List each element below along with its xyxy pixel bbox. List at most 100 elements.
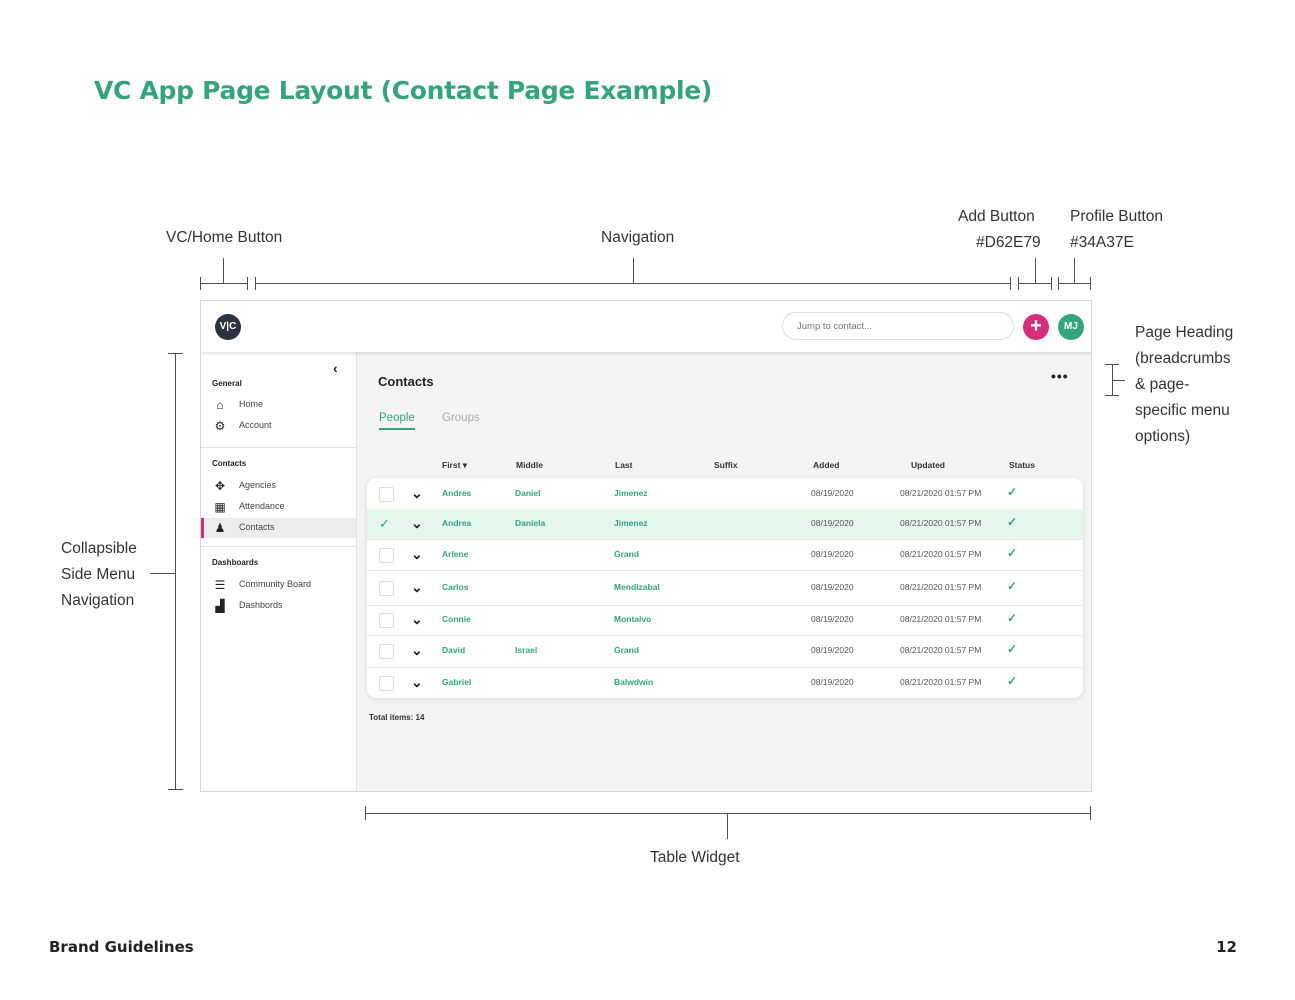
page-title: VC App Page Layout (Contact Page Example…: [94, 76, 713, 105]
table-row[interactable]: ⌄ David Israel Grand 08/19/2020 08/21/2020 01…: [367, 635, 1083, 668]
column-header-middle[interactable]: Middle: [516, 460, 543, 470]
expand-row-chevron-down-icon[interactable]: ⌄: [411, 675, 423, 689]
collapse-menu-chevron-left-icon[interactable]: ‹: [333, 360, 338, 376]
annotation-add-button: Add Button: [958, 208, 1035, 225]
cell-last[interactable]: Grand: [614, 549, 639, 559]
cell-updated: 08/21/2020 01:57 PM: [900, 645, 982, 655]
profile-button[interactable]: MJ: [1058, 314, 1084, 340]
contacts-table: ⌄ Andres Daniel Jimenez 08/19/2020 08/21/2020…: [367, 478, 1083, 698]
gears-icon: ⚙: [214, 419, 226, 433]
cell-first[interactable]: Andres: [442, 488, 471, 498]
side-menu: ‹ General ⌂ Home ⚙ Account Contacts ✥ Ag…: [201, 352, 357, 791]
home-icon: ⌂: [216, 398, 224, 412]
cell-first[interactable]: Gabriel: [442, 677, 471, 687]
row-checkbox[interactable]: [379, 581, 394, 596]
cell-last[interactable]: Jimenez: [614, 518, 648, 528]
column-header-updated[interactable]: Updated: [911, 460, 945, 470]
row-checkbox[interactable]: [379, 487, 394, 502]
page-heading: Contacts: [378, 374, 434, 389]
cell-added: 08/19/2020: [811, 677, 854, 687]
cell-first[interactable]: Andrea: [442, 518, 471, 528]
cell-last[interactable]: Balwdwin: [614, 677, 653, 687]
cell-last[interactable]: Mendizabal: [614, 582, 660, 592]
sidebar-divider: [201, 447, 356, 448]
row-checkbox[interactable]: [379, 676, 394, 691]
expand-row-chevron-down-icon[interactable]: ⌄: [411, 516, 423, 530]
footer-brand-guidelines: Brand Guidelines: [49, 938, 194, 956]
vc-home-button[interactable]: V|C: [215, 314, 241, 340]
cell-first[interactable]: David: [442, 645, 465, 655]
sidebar-section-general: General: [212, 379, 242, 388]
row-checkbox[interactable]: ✓: [379, 517, 392, 530]
column-header-status[interactable]: Status: [1009, 460, 1035, 470]
column-header-suffix[interactable]: Suffix: [714, 460, 738, 470]
tab-groups[interactable]: Groups: [442, 412, 480, 424]
annotation-home-button: VC/Home Button: [166, 229, 283, 246]
calendar-icon: ▦: [214, 500, 226, 514]
cell-added: 08/19/2020: [811, 518, 854, 528]
table-row[interactable]: ✓ ⌄ Andrea Daniela Jimenez 08/19/2020 08/21/20…: [367, 509, 1083, 540]
add-button[interactable]: +: [1023, 314, 1049, 340]
column-header-last[interactable]: Last: [615, 460, 632, 470]
cell-updated: 08/21/2020 01:57 PM: [900, 614, 982, 624]
row-checkbox[interactable]: [379, 613, 394, 628]
person-icon: ♟: [214, 521, 226, 535]
bar-chart-icon: ▟: [215, 599, 225, 613]
cell-added: 08/19/2020: [811, 614, 854, 624]
cell-first[interactable]: Connie: [442, 614, 471, 624]
cell-middle[interactable]: Daniela: [515, 518, 545, 528]
group-icon: ✥: [214, 479, 226, 493]
expand-row-chevron-down-icon[interactable]: ⌄: [411, 580, 423, 594]
app-window: V|C + MJ ‹ General ⌂ Home ⚙ Account Cont…: [200, 300, 1092, 792]
sidebar-item-agencies[interactable]: ✥ Agencies: [201, 476, 356, 496]
top-navigation-bar: V|C + MJ: [201, 301, 1091, 352]
cell-first[interactable]: Arlene: [442, 549, 468, 559]
cell-added: 08/19/2020: [811, 582, 854, 592]
row-checkbox[interactable]: [379, 644, 394, 659]
tab-people[interactable]: People: [379, 412, 415, 430]
cell-last[interactable]: Jimenez: [614, 488, 648, 498]
cell-updated: 08/21/2020 01:57 PM: [900, 677, 982, 687]
sidebar-item-contacts[interactable]: ♟ Contacts: [201, 518, 356, 538]
status-check-icon: ✓: [1007, 674, 1018, 688]
sidebar-section-contacts: Contacts: [212, 459, 247, 468]
column-header-first[interactable]: First ▾: [442, 460, 467, 471]
annotation-table-widget: Table Widget: [650, 849, 740, 866]
status-check-icon: ✓: [1007, 579, 1018, 593]
cell-updated: 08/21/2020 01:57 PM: [900, 549, 982, 559]
table-row[interactable]: ⌄ Gabriel Balwdwin 08/19/2020 08/21/2020 01:…: [367, 667, 1083, 698]
table-row[interactable]: ⌄ Carlos Mendizabal 08/19/2020 08/21/2020 01…: [367, 570, 1083, 606]
expand-row-chevron-down-icon[interactable]: ⌄: [411, 643, 423, 657]
expand-row-chevron-down-icon[interactable]: ⌄: [411, 547, 423, 561]
sidebar-item-dashbords[interactable]: ▟ Dashbords: [201, 596, 356, 616]
cell-middle[interactable]: Israel: [515, 645, 537, 655]
cell-added: 08/19/2020: [811, 645, 854, 655]
annotation-add-button-color: #D62E79: [976, 234, 1041, 251]
annotation-navigation: Navigation: [601, 229, 675, 246]
row-checkbox[interactable]: [379, 548, 394, 563]
table-row[interactable]: ⌄ Andres Daniel Jimenez 08/19/2020 08/21/2020…: [367, 478, 1083, 510]
sidebar-item-attendance[interactable]: ▦ Attendance: [201, 497, 356, 517]
cell-last[interactable]: Grand: [614, 645, 639, 655]
table-row[interactable]: ⌄ Connie Montalvo 08/19/2020 08/21/2020 01:5…: [367, 605, 1083, 636]
sidebar-item-community-board[interactable]: ☰ Community Board: [201, 575, 356, 595]
expand-row-chevron-down-icon[interactable]: ⌄: [411, 612, 423, 626]
cell-middle[interactable]: Daniel: [515, 488, 541, 498]
sidebar-item-home[interactable]: ⌂ Home: [201, 395, 356, 415]
jump-to-contact-search-input[interactable]: [782, 312, 1014, 340]
annotation-profile-button: Profile Button: [1070, 208, 1164, 225]
sidebar-section-dashboards: Dashboards: [212, 558, 259, 567]
annotation-page-heading: Page Heading (breadcrumbs & page- specif…: [1135, 324, 1234, 445]
cell-last[interactable]: Montalvo: [614, 614, 651, 624]
status-check-icon: ✓: [1007, 546, 1018, 560]
cell-first[interactable]: Carlos: [442, 582, 468, 592]
cell-updated: 08/21/2020 01:57 PM: [900, 488, 982, 498]
more-options-icon[interactable]: •••: [1051, 368, 1069, 384]
sidebar-item-account[interactable]: ⚙ Account: [201, 416, 356, 436]
expand-row-chevron-down-icon[interactable]: ⌄: [411, 486, 423, 500]
total-items: Total items: 14: [369, 713, 425, 722]
table-row[interactable]: ⌄ Arlene Grand 08/19/2020 08/21/2020 01:57 P…: [367, 539, 1083, 571]
column-header-added[interactable]: Added: [813, 460, 839, 470]
annotation-side-menu: Collapsible Side Menu Navigation: [61, 540, 137, 609]
list-icon: ☰: [214, 578, 226, 592]
